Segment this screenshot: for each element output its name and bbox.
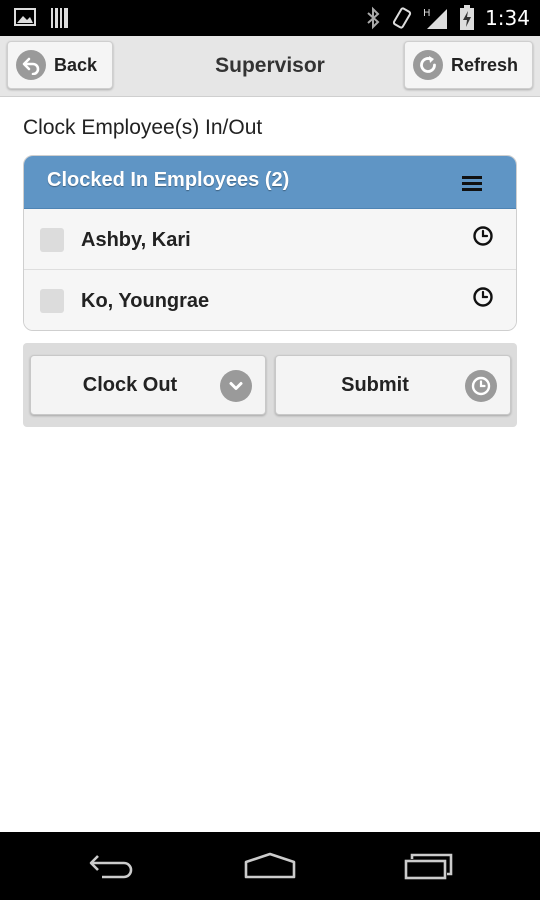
status-bar: H 1:34	[0, 0, 540, 36]
navigation-bar	[0, 832, 540, 900]
bluetooth-icon	[367, 6, 380, 30]
submit-button-label: Submit	[341, 374, 409, 396]
employee-checkbox[interactable]	[40, 228, 64, 252]
section-heading: Clock Employee(s) In/Out	[23, 116, 263, 139]
employee-name: Ashby, Kari	[81, 229, 191, 251]
panel-title: Clocked In Employees (2)	[47, 169, 290, 191]
list-item[interactable]: Ashby, Kari	[24, 209, 516, 270]
clocked-in-panel: Clocked In Employees (2) Ashby, Kari Ko,…	[23, 155, 517, 331]
clock-action-value: Clock Out	[82, 374, 178, 396]
home-nav-icon[interactable]	[243, 852, 297, 880]
battery-charging-icon	[460, 5, 475, 30]
refresh-icon	[413, 50, 443, 80]
panel-header[interactable]: Clocked In Employees (2)	[24, 156, 516, 209]
refresh-button[interactable]: Refresh	[404, 41, 533, 89]
barcode-icon	[51, 8, 68, 28]
recent-apps-icon[interactable]	[404, 852, 454, 880]
signal-icon: H	[423, 8, 448, 29]
clock-action-select[interactable]: Clock Out	[30, 355, 266, 415]
header-bar: Back Supervisor Refresh	[0, 36, 540, 97]
chevron-down-icon	[220, 370, 252, 402]
vibrate-icon	[392, 7, 412, 29]
menu-icon[interactable]	[462, 176, 482, 191]
svg-text:H: H	[423, 8, 431, 19]
refresh-button-label: Refresh	[451, 54, 519, 75]
employee-name: Ko, Youngrae	[81, 290, 210, 312]
submit-button[interactable]: Submit	[275, 355, 511, 415]
action-bar: Clock Out Submit	[23, 343, 517, 427]
back-nav-icon[interactable]	[88, 852, 138, 880]
clock-time: 1:34	[485, 6, 530, 30]
clock-icon	[465, 370, 497, 402]
list-item[interactable]: Ko, Youngrae	[24, 270, 516, 330]
employee-checkbox[interactable]	[40, 289, 64, 313]
clock-icon	[473, 287, 493, 307]
clock-icon	[473, 226, 493, 246]
image-icon	[14, 8, 36, 26]
